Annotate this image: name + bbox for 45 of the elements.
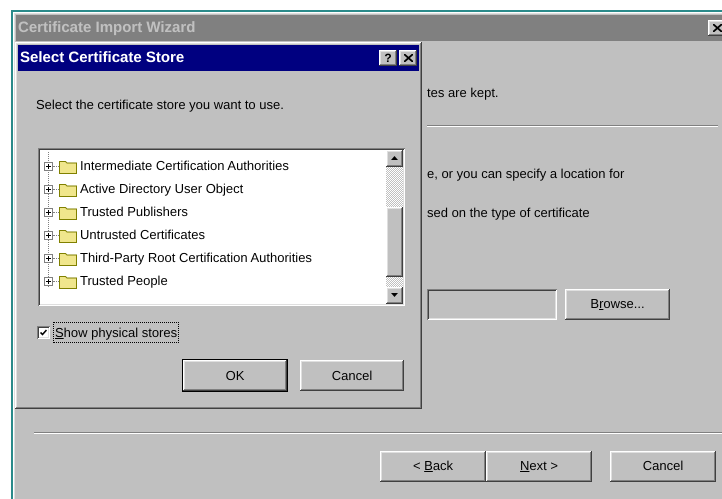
close-icon — [404, 54, 412, 62]
plus-icon[interactable] — [44, 184, 53, 194]
path-field[interactable] — [427, 288, 557, 320]
folder-icon — [59, 204, 77, 220]
folder-icon — [59, 182, 77, 196]
instruction-text: Select the certificate store you want to use. — [36, 96, 285, 114]
description-text: e, or you can specify a location for — [427, 164, 626, 183]
store-item[interactable]: Active Directory User Object — [80, 179, 244, 199]
store-item[interactable]: Third-Party Root Certification Authorities — [80, 248, 312, 268]
checkbox[interactable] — [37, 326, 50, 339]
folder-icon — [59, 158, 77, 174]
window-title: Certificate Import Wizard — [18, 18, 196, 38]
scroll-up-button[interactable] — [386, 150, 403, 166]
help-button[interactable]: ? — [379, 50, 397, 66]
down-arrow-icon — [391, 293, 398, 297]
cancel-button[interactable]: Cancel — [610, 450, 716, 482]
plus-icon[interactable] — [44, 208, 53, 216]
description-text: sed on the type of certificate — [427, 204, 591, 222]
store-item[interactable]: Intermediate Certification Authorities — [80, 156, 289, 176]
scrollbar[interactable] — [386, 150, 403, 304]
folder-icon — [59, 228, 77, 242]
store-item[interactable]: Untrusted Certificates — [80, 225, 205, 245]
store-item[interactable]: Trusted People — [80, 271, 168, 291]
plus-icon[interactable] — [44, 254, 53, 262]
dialog-title: Select Certificate Store — [20, 48, 184, 68]
close-icon — [712, 24, 722, 32]
close-button[interactable] — [399, 50, 417, 66]
folder-icon — [59, 250, 77, 266]
checkbox-label[interactable]: Show physical stores — [54, 322, 178, 342]
browse-button[interactable]: Browse... — [565, 288, 670, 320]
ok-button[interactable]: OK — [183, 360, 287, 391]
description-text: tes are kept. — [427, 84, 500, 102]
scroll-down-button[interactable] — [386, 286, 403, 304]
scroll-thumb[interactable] — [386, 206, 403, 276]
up-arrow-icon — [391, 156, 398, 160]
plus-icon[interactable] — [44, 230, 53, 240]
store-item[interactable]: Trusted Publishers — [80, 202, 188, 222]
close-button[interactable] — [708, 20, 722, 36]
check-icon — [40, 328, 47, 336]
next-button[interactable]: Next > — [486, 450, 592, 482]
plus-icon[interactable] — [44, 162, 53, 170]
cancel-button[interactable]: Cancel — [300, 360, 404, 391]
folder-icon — [59, 274, 77, 288]
plus-icon[interactable] — [44, 276, 53, 286]
back-button[interactable]: < Back — [380, 450, 486, 482]
